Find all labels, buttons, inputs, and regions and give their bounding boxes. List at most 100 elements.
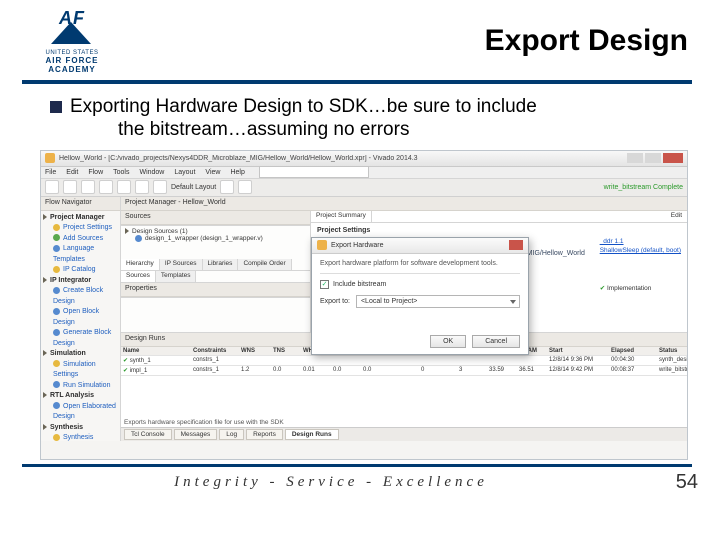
title-rule: [22, 80, 692, 84]
menu-edit[interactable]: Edit: [66, 169, 78, 176]
dialog-title: Export Hardware: [331, 242, 384, 249]
side-sleep[interactable]: ShallowSleep (default, boot): [600, 246, 681, 256]
tab-design-runs[interactable]: Design Runs: [285, 429, 339, 440]
menu-window[interactable]: Window: [139, 169, 164, 176]
menu-layout[interactable]: Layout: [174, 169, 195, 176]
close-button[interactable]: [663, 153, 683, 163]
maximize-button[interactable]: [645, 153, 661, 163]
export-to-dropdown[interactable]: <Local to Project>: [356, 295, 520, 308]
dialog-close-button[interactable]: [509, 240, 523, 250]
undo-icon[interactable]: [99, 180, 113, 194]
table-row: ✔ synth_1 constrs_1 12/8/14 9:36 PM 00:0…: [121, 356, 687, 366]
col-tns[interactable]: TNS: [271, 347, 301, 355]
src-item: design_1_wrapper (design_1_wrapper.v): [145, 235, 263, 242]
tab-reports[interactable]: Reports: [246, 429, 283, 440]
dialog-icon: [317, 240, 327, 250]
subtab-sources[interactable]: Sources: [121, 271, 156, 282]
run-icon[interactable]: [135, 180, 149, 194]
menu-file[interactable]: File: [45, 169, 56, 176]
new-icon[interactable]: [45, 180, 59, 194]
window-title: Hellow_World - [C:/vivado_projects/Nexys…: [59, 155, 625, 162]
subtab-templates[interactable]: Templates: [156, 271, 197, 282]
toolbar: Default Layout write_bitstream Complete: [41, 179, 687, 197]
menu-view[interactable]: View: [205, 169, 220, 176]
slide-title: Export Design: [122, 8, 688, 58]
table-row: ✔ impl_1 constrs_1 1.2 0.0 0.01 0.0 0.0 …: [121, 366, 687, 376]
logo-line2: AIR FORCE: [46, 56, 99, 65]
minimize-button[interactable]: [627, 153, 643, 163]
side-ddr[interactable]: _ddr 1.1: [600, 237, 681, 247]
sources-header: Sources: [121, 211, 310, 225]
app-icon: [45, 153, 55, 163]
bullet-line1: Exporting Hardware Design to SDK…be sure…: [70, 96, 537, 117]
afa-logo: AF UNITED STATES AIR FORCE ACADEMY: [22, 8, 122, 74]
settings-icon[interactable]: [238, 180, 252, 194]
nav-add-sources[interactable]: Add Sources: [63, 235, 103, 242]
tab-log[interactable]: Log: [219, 429, 244, 440]
tab-compile-order[interactable]: Compile Order: [238, 259, 291, 270]
tab-libraries[interactable]: Libraries: [203, 259, 239, 270]
tab-project-summary[interactable]: Project Summary: [311, 211, 372, 222]
menu-bar: File Edit Flow Tools Window Layout View …: [41, 167, 687, 179]
footer-rule: [22, 464, 692, 467]
project-manager-header: Project Manager - Hellow_World: [121, 197, 687, 211]
layout-dropdown[interactable]: Default Layout: [171, 184, 216, 191]
col-name[interactable]: Name: [121, 347, 191, 355]
ok-button[interactable]: OK: [430, 335, 466, 348]
menu-flow[interactable]: Flow: [88, 169, 103, 176]
nav-run-sim[interactable]: Run Simulation: [63, 382, 110, 389]
flow-navigator-header: Flow Navigator: [41, 197, 120, 211]
motto: Integrity - Service - Excellence: [0, 474, 662, 491]
impl-btn[interactable]: Implementation: [607, 285, 651, 292]
nav-grp-sim[interactable]: Simulation: [50, 350, 86, 357]
nav-grp-ipi[interactable]: IP Integrator: [50, 277, 91, 284]
include-bitstream-label: Include bitstream: [333, 281, 386, 288]
export-to-label: Export to:: [320, 298, 350, 305]
command-search-input[interactable]: [259, 166, 369, 178]
tab-tcl-console[interactable]: Tcl Console: [124, 429, 172, 440]
reset-layout-icon[interactable]: [220, 180, 234, 194]
nav-project-settings[interactable]: Project Settings: [63, 224, 112, 231]
settings-header: Project Settings: [317, 226, 681, 237]
page-number: 54: [662, 471, 702, 494]
main-area: Project Manager - Hellow_World Sources D…: [121, 197, 687, 441]
open-icon[interactable]: [63, 180, 77, 194]
layout-icon[interactable]: [153, 180, 167, 194]
menu-help[interactable]: Help: [230, 169, 244, 176]
nav-grp-pm[interactable]: Project Manager: [50, 214, 104, 221]
nav-grp-rtl[interactable]: RTL Analysis: [50, 392, 94, 399]
nav-ip-catalog[interactable]: IP Catalog: [63, 266, 96, 273]
bottom-tabstrip: Tcl Console Messages Log Reports Design …: [121, 427, 687, 441]
dialog-description: Export hardware platform for software de…: [320, 260, 520, 267]
src-root: Design Sources (1): [132, 228, 188, 235]
col-constraints[interactable]: Constraints: [191, 347, 239, 355]
sources-tree[interactable]: Design Sources (1) design_1_wrapper (des…: [121, 225, 310, 260]
cancel-button[interactable]: Cancel: [472, 335, 520, 348]
bullet-square-icon: [50, 101, 62, 113]
properties-pane: [121, 297, 310, 332]
bullet-line2: the bitstream…assuming no errors: [118, 119, 680, 142]
save-icon[interactable]: [81, 180, 95, 194]
redo-icon[interactable]: [117, 180, 131, 194]
flow-navigator: Flow Navigator Project Manager Project S…: [41, 197, 121, 441]
edit-link[interactable]: Edit: [666, 211, 687, 222]
properties-header: Properties: [121, 283, 310, 297]
col-status[interactable]: Status: [657, 347, 687, 355]
logo-line3: ACADEMY: [48, 65, 95, 74]
nav-create-block[interactable]: Create Block Design: [53, 287, 103, 305]
nav-grp-syn[interactable]: Synthesis: [50, 424, 83, 431]
bullet: Exporting Hardware Design to SDK…be sure…: [0, 94, 720, 148]
nav-gen-block[interactable]: Generate Block Design: [53, 329, 111, 347]
tab-ip-sources[interactable]: IP Sources: [160, 259, 203, 270]
export-hardware-dialog: Export Hardware Export hardware platform…: [311, 237, 529, 355]
col-wns[interactable]: WNS: [239, 347, 271, 355]
tab-messages[interactable]: Messages: [174, 429, 218, 440]
tab-hierarchy[interactable]: Hierarchy: [121, 259, 160, 270]
status-bar-text: Exports hardware specification file for …: [124, 419, 284, 426]
col-elapsed[interactable]: Elapsed: [609, 347, 657, 355]
include-bitstream-checkbox[interactable]: ✓: [320, 280, 329, 289]
col-start[interactable]: Start: [547, 347, 609, 355]
status-message: write_bitstream Complete: [604, 184, 683, 191]
menu-tools[interactable]: Tools: [113, 169, 129, 176]
nav-open-elab[interactable]: Open Elaborated Design: [53, 403, 116, 421]
